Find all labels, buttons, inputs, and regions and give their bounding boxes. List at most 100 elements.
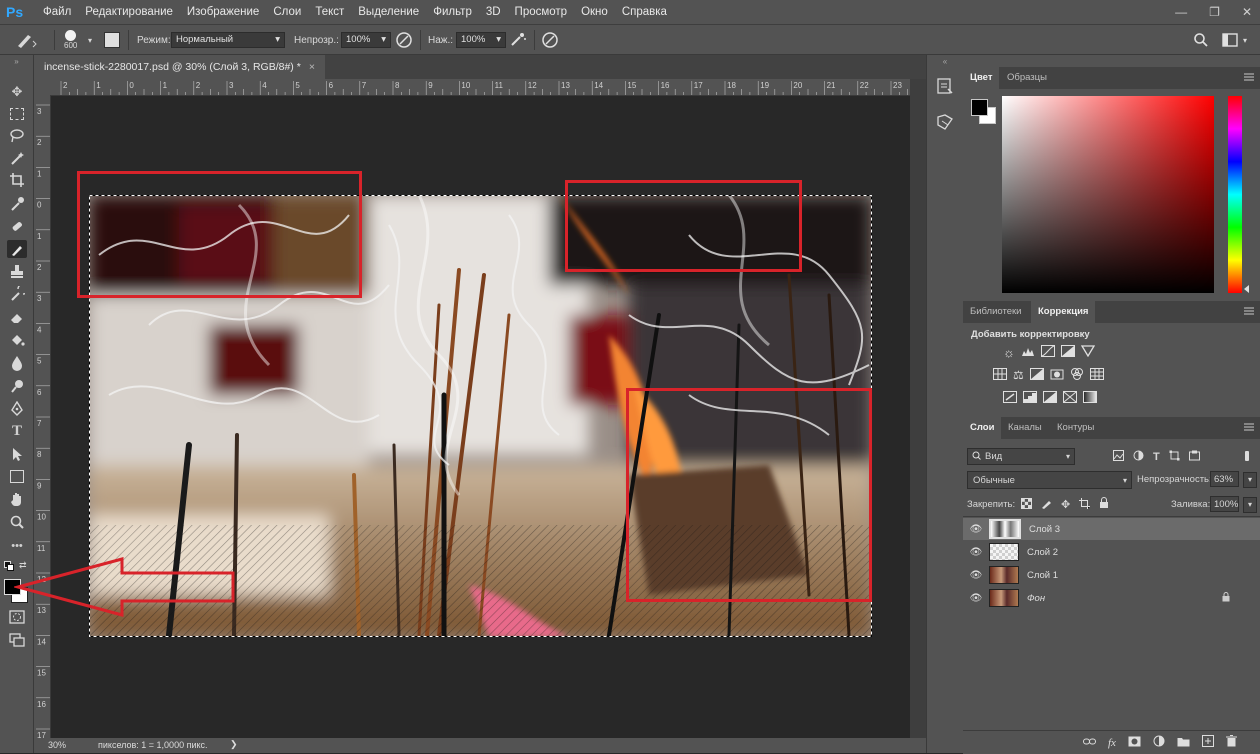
clone-stamp-tool-icon[interactable] bbox=[7, 262, 27, 280]
posterize-icon[interactable] bbox=[1023, 391, 1037, 406]
screen-mode-icon[interactable] bbox=[7, 631, 27, 649]
dodge-tool-icon[interactable] bbox=[7, 377, 27, 395]
pressure-opacity-icon[interactable] bbox=[394, 25, 414, 55]
paint-bucket-tool-icon[interactable] bbox=[7, 331, 27, 349]
lasso-tool-icon[interactable] bbox=[7, 127, 27, 145]
pressure-size-icon[interactable] bbox=[540, 25, 560, 55]
filter-toggle-icon[interactable] bbox=[1245, 447, 1255, 465]
hue-slider-handle[interactable] bbox=[1244, 285, 1249, 293]
close-icon[interactable]: ✕ bbox=[1242, 5, 1252, 19]
more-tools-icon[interactable]: ••• bbox=[7, 537, 27, 555]
lock-pixels-icon[interactable] bbox=[1041, 498, 1052, 512]
mask-icon[interactable] bbox=[1128, 736, 1141, 750]
visibility-eye-icon[interactable]: 👁 bbox=[963, 593, 989, 604]
path-selection-tool-icon[interactable] bbox=[7, 445, 27, 463]
filter-type-icon[interactable]: T bbox=[1153, 451, 1160, 463]
tab-paths[interactable]: Контуры bbox=[1050, 417, 1101, 439]
opacity-field[interactable]: 100% ▾ bbox=[341, 25, 391, 55]
color-balance-icon[interactable]: ⚖ bbox=[1013, 368, 1024, 383]
menu-select[interactable]: Выделение bbox=[351, 0, 426, 24]
history-brush-tool-icon[interactable] bbox=[7, 285, 27, 303]
eraser-tool-icon[interactable] bbox=[7, 308, 27, 326]
layer-row[interactable]: 👁 Слой 3 bbox=[963, 518, 1260, 540]
collapse-icon[interactable]: » bbox=[0, 57, 33, 66]
filter-pixel-icon[interactable] bbox=[1113, 450, 1124, 464]
brush-size-picker[interactable]: 600 bbox=[64, 25, 77, 55]
collapse-icon[interactable]: « bbox=[927, 57, 963, 66]
brush-tool-icon[interactable] bbox=[7, 240, 27, 258]
tab-adjustments[interactable]: Коррекция bbox=[1031, 301, 1096, 323]
trash-icon[interactable] bbox=[1225, 735, 1237, 750]
document-tab[interactable]: incense-stick-2280017.psd @ 30% (Слой 3,… bbox=[34, 55, 325, 79]
menu-type[interactable]: Текст bbox=[308, 0, 351, 24]
filter-shape-icon[interactable] bbox=[1169, 450, 1180, 464]
visibility-eye-icon[interactable]: 👁 bbox=[963, 570, 989, 581]
menu-image[interactable]: Изображение bbox=[180, 0, 266, 24]
tab-channels[interactable]: Каналы bbox=[1001, 417, 1049, 439]
restore-icon[interactable]: ❐ bbox=[1209, 5, 1220, 19]
chevron-down-icon[interactable]: ▾ bbox=[1243, 472, 1257, 488]
gradient-map-icon[interactable] bbox=[1083, 391, 1097, 406]
tab-libraries[interactable]: Библиотеки bbox=[963, 301, 1028, 323]
history-panel-icon[interactable] bbox=[936, 77, 954, 98]
layer-opacity-field[interactable]: 63% bbox=[1210, 471, 1239, 487]
brush-tool-preset-icon[interactable] bbox=[12, 25, 38, 55]
tab-swatches[interactable]: Образцы bbox=[1000, 67, 1054, 89]
link-icon[interactable] bbox=[1083, 737, 1096, 749]
menu-help[interactable]: Справка bbox=[615, 0, 674, 24]
layer-filter-select[interactable]: Вид ▾ bbox=[967, 448, 1075, 465]
crop-tool-icon[interactable] bbox=[7, 171, 27, 189]
hue-slider[interactable] bbox=[1228, 96, 1242, 293]
tab-color[interactable]: Цвет bbox=[963, 67, 1000, 89]
eyedropper-tool-icon[interactable] bbox=[7, 195, 27, 213]
brightness-icon[interactable]: ☼ bbox=[1003, 345, 1015, 360]
black-white-icon[interactable] bbox=[1029, 368, 1044, 383]
menu-3d[interactable]: 3D bbox=[479, 0, 508, 24]
fill-field[interactable]: 100% bbox=[1210, 496, 1239, 512]
color-lookup-icon[interactable] bbox=[1089, 368, 1104, 383]
pen-tool-icon[interactable] bbox=[7, 400, 27, 418]
menu-edit[interactable]: Редактирование bbox=[78, 0, 180, 24]
pressure-field[interactable]: 100% ▾ bbox=[456, 25, 506, 55]
foreground-color-swatch[interactable] bbox=[971, 99, 988, 116]
exposure-icon[interactable] bbox=[1060, 345, 1075, 360]
visibility-eye-icon[interactable]: 👁 bbox=[963, 524, 989, 535]
curves-icon[interactable] bbox=[1040, 345, 1055, 360]
blend-mode-select[interactable]: Обычные ▾ bbox=[967, 471, 1132, 489]
photo-filter-icon[interactable] bbox=[1050, 368, 1064, 383]
lock-all-icon[interactable] bbox=[1099, 497, 1109, 512]
zoom-level[interactable]: 30% bbox=[48, 740, 66, 750]
panel-menu-icon[interactable] bbox=[1244, 422, 1254, 435]
zoom-tool-icon[interactable] bbox=[7, 513, 27, 531]
selective-color-icon[interactable] bbox=[1063, 391, 1077, 406]
folder-icon[interactable] bbox=[1177, 736, 1190, 750]
lock-artboard-icon[interactable] bbox=[1079, 497, 1091, 512]
fx-icon[interactable]: fx bbox=[1108, 737, 1116, 749]
move-tool-icon[interactable]: ✥ bbox=[7, 83, 27, 101]
panel-menu-icon[interactable] bbox=[1244, 306, 1254, 319]
invert-icon[interactable] bbox=[1003, 391, 1017, 406]
menu-file[interactable]: Файл bbox=[36, 0, 78, 24]
menu-layers[interactable]: Слои bbox=[266, 0, 308, 24]
properties-panel-icon[interactable] bbox=[936, 113, 954, 134]
quick-selection-tool-icon[interactable] bbox=[7, 149, 27, 167]
brush-panel-icon[interactable] bbox=[104, 25, 120, 55]
threshold-icon[interactable] bbox=[1043, 391, 1057, 406]
default-colors-icon[interactable] bbox=[4, 561, 14, 571]
status-menu-arrow-icon[interactable]: ❯ bbox=[230, 739, 238, 750]
healing-brush-tool-icon[interactable] bbox=[7, 217, 27, 235]
hue-saturation-icon[interactable] bbox=[993, 368, 1007, 383]
menu-view[interactable]: Просмотр bbox=[508, 0, 575, 24]
airbrush-icon[interactable] bbox=[508, 25, 528, 55]
hand-tool-icon[interactable] bbox=[7, 490, 27, 508]
search-icon[interactable] bbox=[1193, 25, 1209, 55]
layer-row[interactable]: 👁 Фон bbox=[963, 587, 1260, 609]
visibility-eye-icon[interactable]: 👁 bbox=[963, 547, 989, 558]
filter-adjustment-icon[interactable] bbox=[1133, 450, 1144, 464]
layer-row[interactable]: 👁 Слой 1 bbox=[963, 564, 1260, 586]
type-tool-icon[interactable]: T bbox=[7, 422, 27, 440]
filter-smart-object-icon[interactable] bbox=[1188, 450, 1200, 464]
workspace-icon[interactable] bbox=[1222, 25, 1238, 55]
channel-mixer-icon[interactable] bbox=[1070, 368, 1084, 383]
lock-position-icon[interactable]: ✥ bbox=[1061, 498, 1070, 511]
